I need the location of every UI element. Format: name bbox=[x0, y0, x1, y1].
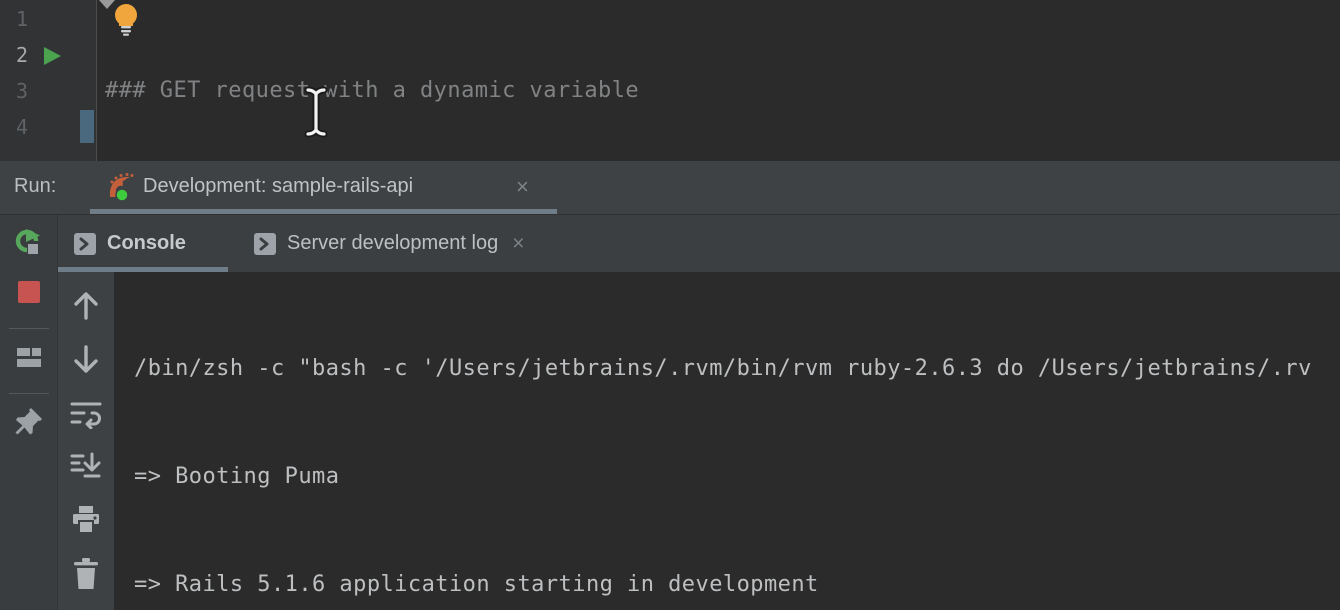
stop-icon[interactable] bbox=[18, 281, 40, 303]
tab-server-development-log[interactable]: Server development log × bbox=[254, 215, 525, 272]
line-number: 2 bbox=[16, 37, 40, 73]
console-toolbar bbox=[58, 272, 114, 610]
run-config-tab-title[interactable]: Development: sample-rails-api bbox=[143, 175, 413, 198]
run-toolbar bbox=[0, 215, 58, 610]
intention-bulb-icon[interactable] bbox=[111, 3, 141, 36]
process-running-indicator bbox=[116, 189, 128, 201]
console-line: => Rails 5.1.6 application starting in d… bbox=[134, 567, 1340, 603]
editor-gutter: 1 2 3 4 bbox=[0, 0, 97, 161]
close-tab-icon[interactable]: × bbox=[512, 232, 524, 256]
console-icon bbox=[74, 233, 96, 255]
run-label: Run: bbox=[14, 175, 56, 198]
rails-run-config-icon[interactable] bbox=[103, 170, 137, 204]
toolbar-separator bbox=[9, 393, 49, 394]
code-area[interactable]: ### GET request with a dynamic variable … bbox=[105, 1, 1340, 151]
soft-wrap-icon[interactable] bbox=[70, 399, 102, 429]
console-output[interactable]: /bin/zsh -c "bash -c '/Users/jetbrains/.… bbox=[114, 272, 1340, 610]
close-run-tab-icon[interactable]: × bbox=[516, 174, 529, 200]
console-line: /bin/zsh -c "bash -c '/Users/jetbrains/.… bbox=[134, 351, 1340, 387]
console-tab-bar: Console Server development log × bbox=[58, 215, 1340, 272]
tab-console[interactable]: Console bbox=[58, 215, 228, 272]
console-icon bbox=[254, 233, 276, 255]
toolbar-separator bbox=[9, 328, 49, 329]
pin-icon[interactable] bbox=[14, 406, 44, 437]
layout-icon[interactable] bbox=[16, 346, 42, 370]
console-line: => Booting Puma bbox=[134, 459, 1340, 495]
scroll-to-end-icon[interactable] bbox=[70, 452, 102, 482]
print-icon[interactable] bbox=[71, 505, 101, 535]
http-request-editor[interactable]: 1 2 3 4 ### GET request with a dynamic v… bbox=[0, 0, 1340, 161]
line-number: 3 bbox=[16, 73, 40, 109]
clear-trash-icon[interactable] bbox=[73, 558, 99, 590]
rerun-icon[interactable] bbox=[14, 228, 43, 257]
run-request-gutter-icon[interactable] bbox=[44, 47, 61, 65]
line-number: 4 bbox=[16, 109, 40, 145]
up-arrow-icon[interactable] bbox=[70, 289, 102, 321]
vcs-change-marker[interactable] bbox=[80, 110, 94, 143]
line-number: 1 bbox=[16, 1, 40, 37]
ide-window: 1 2 3 4 ### GET request with a dynamic v… bbox=[0, 0, 1340, 610]
run-tool-window-header: Run: Development: sample-rails-api × bbox=[0, 161, 1340, 214]
console-tab-selected-underline bbox=[58, 267, 228, 272]
down-arrow-icon[interactable] bbox=[70, 344, 102, 376]
code-line-comment: ### GET request with a dynamic variable bbox=[105, 73, 1340, 109]
